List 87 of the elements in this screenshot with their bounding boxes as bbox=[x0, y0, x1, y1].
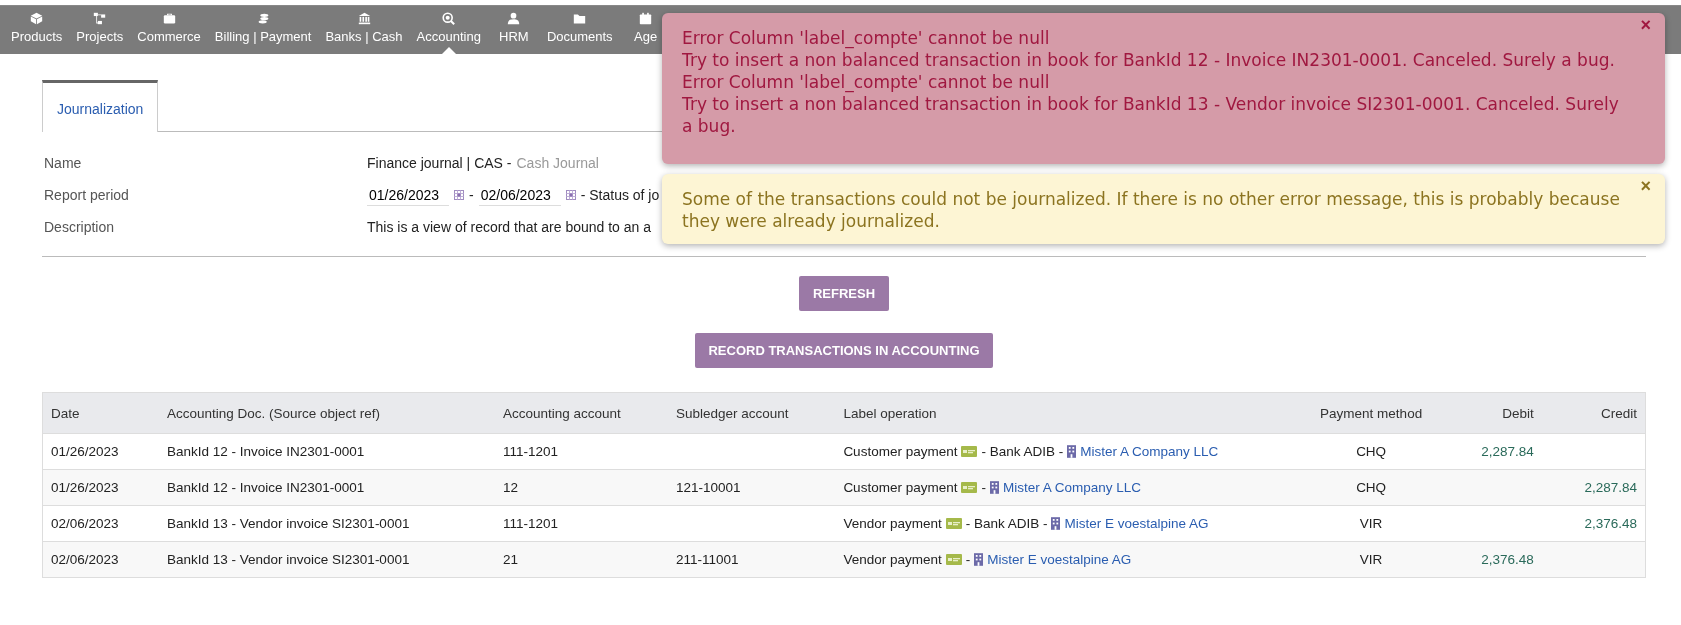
message-text: Some of the transactions could not be journalized. If there is no other error message, this is probably because they were already journalized. bbox=[682, 188, 1621, 232]
journal-code: Cash Journal bbox=[516, 154, 599, 173]
debit-cell: 2,376.48 bbox=[1438, 541, 1542, 578]
refresh-button[interactable]: REFRESH bbox=[798, 276, 890, 311]
date-cell: 01/26/2023 bbox=[42, 469, 159, 506]
third-party-link[interactable]: Mister A Company LLC bbox=[1080, 444, 1219, 459]
credit-cell: 2,287.84 bbox=[1541, 469, 1646, 506]
tab[interactable]: Journalization bbox=[42, 80, 159, 132]
payment-method-cell: CHQ bbox=[1303, 433, 1439, 470]
operation-label: Customer payment bbox=[843, 480, 958, 495]
bank-label: - bbox=[981, 480, 986, 495]
column-header: Date bbox=[42, 392, 159, 434]
date-cell: 02/06/2023 bbox=[42, 505, 159, 542]
nav-item[interactable]: Age bbox=[619, 6, 672, 48]
column-header: Payment method bbox=[1303, 392, 1439, 434]
building-icon bbox=[1067, 445, 1077, 458]
card-icon bbox=[945, 554, 962, 565]
user-icon bbox=[507, 12, 521, 25]
field-label: Name bbox=[43, 154, 83, 173]
bank-label: - Bank ADIB - bbox=[981, 444, 1064, 459]
column-header: Debit bbox=[1438, 392, 1542, 434]
bank-label: - Bank ADIB - bbox=[965, 516, 1048, 531]
nav-item[interactable]: Products bbox=[4, 6, 70, 48]
message-text: Error Column 'label_compte' cannot be null bbox=[682, 71, 1051, 93]
operation-label: Customer payment bbox=[843, 444, 958, 459]
third-party-link[interactable]: Mister E voestalpine AG bbox=[1064, 516, 1209, 531]
column-header: Credit bbox=[1541, 392, 1646, 434]
column-header: Accounting Doc. (Source object ref) bbox=[159, 392, 496, 434]
calendar-icon[interactable] bbox=[454, 190, 464, 200]
field-label: Description bbox=[43, 218, 116, 237]
document-cell: BankId 12 - Invoice IN2301-0001 bbox=[159, 433, 496, 470]
close-button[interactable]: × bbox=[1640, 176, 1651, 197]
column-header: Label operation bbox=[835, 392, 1304, 434]
operation-label: Vendor payment bbox=[843, 552, 942, 567]
search-icon bbox=[442, 12, 456, 25]
nav-item[interactable]: Commerce bbox=[130, 6, 208, 48]
account-cell: 111-1201 bbox=[495, 505, 668, 542]
briefcase-icon bbox=[162, 12, 176, 25]
subledger-cell: 121-10001 bbox=[667, 469, 836, 506]
document-cell: BankId 12 - Invoice IN2301-0001 bbox=[159, 469, 496, 506]
building-icon bbox=[989, 481, 999, 494]
card-icon bbox=[961, 482, 978, 493]
date-cell: 02/06/2023 bbox=[42, 541, 159, 578]
column-header: Accounting account bbox=[495, 392, 668, 434]
bank-icon bbox=[357, 12, 371, 25]
payment-method-cell: VIR bbox=[1303, 505, 1439, 542]
message-text: Try to insert a non balanced transaction in book for BankId 12 - Invoice IN2301-0001. Canceled. Surely a bug. bbox=[682, 49, 1616, 71]
date-cell: 01/26/2023 bbox=[42, 433, 159, 470]
third-party-link[interactable]: Mister E voestalpine AG bbox=[987, 552, 1132, 567]
credit-cell: 2,376.48 bbox=[1541, 505, 1646, 542]
subledger-cell: 211-11001 bbox=[667, 541, 836, 578]
journal-name: Finance journal | CAS - bbox=[367, 154, 512, 173]
building-icon bbox=[1051, 517, 1061, 530]
account-cell: 21 bbox=[495, 541, 668, 578]
status-label: - Status of jo bbox=[580, 186, 660, 205]
date-separator: - bbox=[469, 186, 474, 205]
card-icon bbox=[961, 446, 978, 457]
close-button[interactable]: × bbox=[1640, 15, 1651, 36]
nav-item[interactable]: HRM bbox=[487, 6, 540, 48]
message-text: Error Column 'label_compte' cannot be null bbox=[682, 27, 1051, 49]
description-text: This is a view of record that are bound to an a bbox=[367, 218, 652, 237]
column-header: Subledger account bbox=[667, 392, 836, 434]
nav-item[interactable]: Documents bbox=[539, 6, 620, 48]
bank-label: - bbox=[965, 552, 971, 567]
folder-icon bbox=[573, 12, 587, 25]
calendar-icon[interactable] bbox=[565, 190, 576, 200]
nav-item[interactable]: Banks | Cash bbox=[318, 6, 410, 48]
operation-label: Vendor payment bbox=[843, 516, 942, 531]
account-cell: 12 bbox=[495, 469, 668, 506]
calendar-icon bbox=[639, 12, 653, 25]
nav-item[interactable]: Projects bbox=[69, 6, 131, 48]
payment-method-cell: CHQ bbox=[1303, 469, 1439, 506]
coins-icon bbox=[256, 12, 270, 25]
hierarchy-icon bbox=[93, 12, 107, 25]
debit-cell: 2,287.84 bbox=[1438, 433, 1542, 470]
third-party-link[interactable]: Mister A Company LLC bbox=[1002, 480, 1141, 495]
message-text: Try to insert a non balanced transaction in book for BankId 13 - Vendor invoice SI2301-0001. Canceled. Surely a bug. bbox=[682, 93, 1620, 137]
card-icon bbox=[945, 518, 962, 529]
payment-method-cell: VIR bbox=[1303, 541, 1439, 578]
document-cell: BankId 13 - Vendor invoice SI2301-0001 bbox=[159, 505, 496, 542]
field-label: Report period bbox=[43, 186, 130, 205]
building-icon bbox=[974, 553, 984, 566]
record-button[interactable]: RECORD TRANSACTIONS IN ACCOUNTING bbox=[695, 333, 993, 368]
document-cell: BankId 13 - Vendor invoice SI2301-0001 bbox=[159, 541, 496, 578]
account-cell: 111-1201 bbox=[495, 433, 668, 470]
nav-item[interactable]: Billing | Payment bbox=[207, 6, 319, 48]
box-icon bbox=[30, 12, 44, 25]
